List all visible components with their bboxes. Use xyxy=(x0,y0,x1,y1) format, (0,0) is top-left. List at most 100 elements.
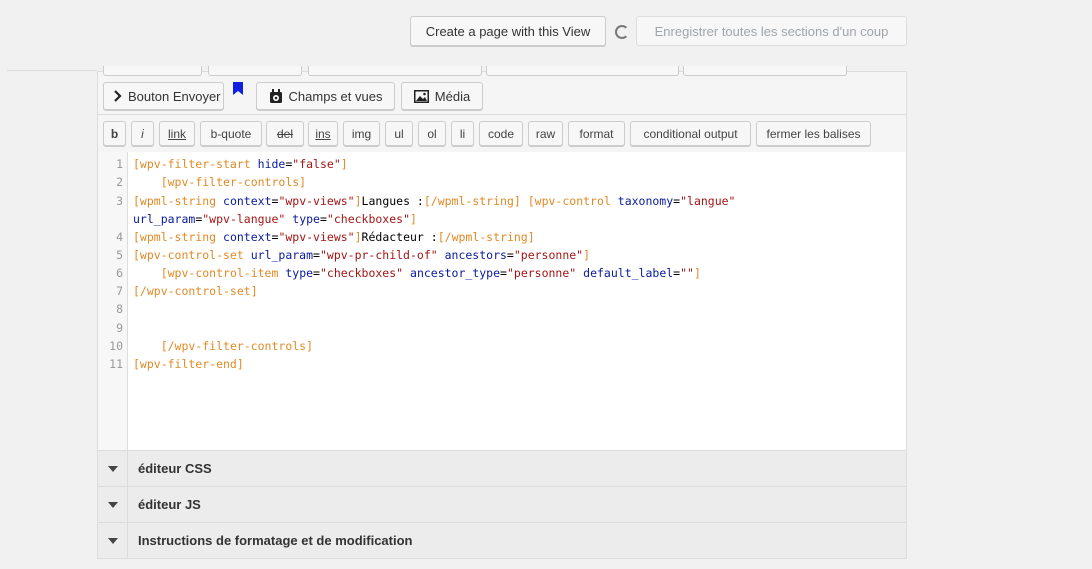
create-page-button[interactable]: Create a page with this View xyxy=(410,16,606,46)
section-title: éditeur CSS xyxy=(138,461,212,476)
line-number: 5 xyxy=(116,248,123,262)
qt-label: ins xyxy=(315,126,331,141)
code-token: type xyxy=(285,266,314,280)
code-token: Langues : xyxy=(361,194,424,208)
code-token: ancestor_type xyxy=(410,266,501,280)
qt-conditional-output-button[interactable]: conditional output xyxy=(630,121,751,146)
js-editor-section[interactable]: éditeur JS xyxy=(98,486,906,522)
line-number: 9 xyxy=(116,321,123,335)
toolbar-button-partial[interactable] xyxy=(208,66,302,76)
code-token: ] xyxy=(354,230,362,244)
loading-spinner-icon xyxy=(615,25,629,39)
views-icon xyxy=(269,88,283,104)
code-line: [wpml-string context="wpv-views"]Rédacte… xyxy=(133,230,535,244)
expand-toggle[interactable] xyxy=(98,523,128,558)
qt-li-button[interactable]: li xyxy=(451,121,474,146)
code-token: hide xyxy=(257,157,286,171)
qt-raw-button[interactable]: raw xyxy=(528,121,563,146)
code-token: = xyxy=(500,266,507,280)
code-token: [wpv-control-item xyxy=(160,266,279,280)
code-token: = xyxy=(313,248,320,262)
code-token: "false" xyxy=(292,157,341,171)
quicktags-bar: b i link b-quote del ins img ul ol li co… xyxy=(98,114,906,153)
qt-label: ol xyxy=(427,126,437,141)
qt-format-button[interactable]: format xyxy=(568,121,625,146)
line-number: 6 xyxy=(116,266,123,280)
image-icon xyxy=(413,89,429,103)
fields-views-button[interactable]: Champs et vues xyxy=(256,82,395,110)
line-number: 8 xyxy=(116,302,123,316)
qt-label: ul xyxy=(394,126,404,141)
code-line: [wpv-filter-start hide="false"] xyxy=(133,157,348,171)
code-token: "checkboxes" xyxy=(326,212,411,226)
qt-close-tags-button[interactable]: fermer les balises xyxy=(756,121,871,146)
qt-label: fermer les balises xyxy=(766,126,861,141)
qt-italic-button[interactable]: i xyxy=(131,121,154,146)
media-label: Média xyxy=(434,88,471,104)
section-title: éditeur JS xyxy=(138,497,201,512)
line-number: 10 xyxy=(109,339,123,353)
code-token: "langue" xyxy=(680,194,736,208)
expand-toggle[interactable] xyxy=(98,487,128,522)
code-line: [wpml-string context="wpv-views"]Langues… xyxy=(133,194,735,208)
toolbar-button-partial[interactable] xyxy=(103,66,202,76)
bouton-envoyer-label: Bouton Envoyer xyxy=(128,88,221,104)
qt-label: format xyxy=(579,126,614,141)
code-token: [wpml-string xyxy=(133,230,217,244)
qt-label: b-quote xyxy=(210,126,252,141)
code-editor[interactable]: 1 2 3 4 5 6 7 8 9 10 11 [wpv-filter-star… xyxy=(98,152,906,450)
qt-bold-button[interactable]: b xyxy=(103,121,126,146)
code-token: ancestors xyxy=(444,248,507,262)
code-token: Rédacteur : xyxy=(361,230,438,244)
qt-label: b xyxy=(110,126,119,141)
code-token: context xyxy=(223,230,272,244)
code-token: taxonomy xyxy=(617,194,674,208)
code-token: [/wpml-string] xyxy=(437,230,535,244)
line-number: 11 xyxy=(109,357,123,371)
line-number: 3 xyxy=(116,194,123,208)
toolbar-button-partial[interactable] xyxy=(308,66,482,76)
code-token: "wpv-pr-child-of" xyxy=(319,248,438,262)
qt-label: img xyxy=(351,126,372,141)
code-token: [wpv-control xyxy=(527,194,611,208)
line-number: 1 xyxy=(116,157,123,171)
qt-ins-button[interactable]: ins xyxy=(308,121,338,146)
code-token: "personne" xyxy=(506,266,577,280)
code-token: [wpv-filter-start xyxy=(133,157,251,171)
qt-code-button[interactable]: code xyxy=(479,121,523,146)
formatting-instructions-section[interactable]: Instructions de formatage et de modifica… xyxy=(98,522,906,558)
bookmark-icon xyxy=(233,82,243,100)
code-line: [wpv-filter-controls] xyxy=(133,175,306,189)
expand-toggle[interactable] xyxy=(98,451,128,486)
code-token: default_label xyxy=(583,266,674,280)
qt-img-button[interactable]: img xyxy=(343,121,380,146)
media-button[interactable]: Média xyxy=(401,82,483,110)
code-token: = xyxy=(506,248,514,262)
toolbar-button-partial[interactable] xyxy=(683,66,847,76)
code-token: ] xyxy=(693,266,701,280)
line-number: 4 xyxy=(116,230,123,244)
code-line: [/wpv-control-set] xyxy=(133,284,258,298)
editor-toolbar: Bouton Envoyer Champs et vues Média b i … xyxy=(98,66,906,153)
code-token: = xyxy=(319,212,327,226)
qt-ol-button[interactable]: ol xyxy=(418,121,446,146)
qt-ul-button[interactable]: ul xyxy=(385,121,413,146)
submit-button-insert[interactable]: Bouton Envoyer xyxy=(103,82,224,110)
qt-blockquote-button[interactable]: b-quote xyxy=(200,121,262,146)
code-line: [wpv-filter-end] xyxy=(133,357,244,371)
save-all-sections-button[interactable]: Enregistrer toutes les sections d'un cou… xyxy=(636,16,907,46)
code-token: "" xyxy=(680,266,694,280)
section-title: Instructions de formatage et de modifica… xyxy=(138,533,413,548)
qt-link-button[interactable]: link xyxy=(159,121,195,146)
css-editor-section[interactable]: éditeur CSS xyxy=(98,450,906,486)
code-token: [/wpml-string] xyxy=(423,194,521,208)
qt-del-button[interactable]: del xyxy=(266,121,304,146)
code-token: [/wpv-control-set] xyxy=(133,284,258,298)
code-token: context xyxy=(223,194,272,208)
code-token: type xyxy=(292,212,320,226)
code-token: "personne" xyxy=(513,248,584,262)
code-token: ] xyxy=(354,194,362,208)
code-line: url_param="wpv-langue" type="checkboxes"… xyxy=(133,212,417,226)
toolbar-button-partial[interactable] xyxy=(486,66,679,76)
code-token: = xyxy=(313,266,320,280)
